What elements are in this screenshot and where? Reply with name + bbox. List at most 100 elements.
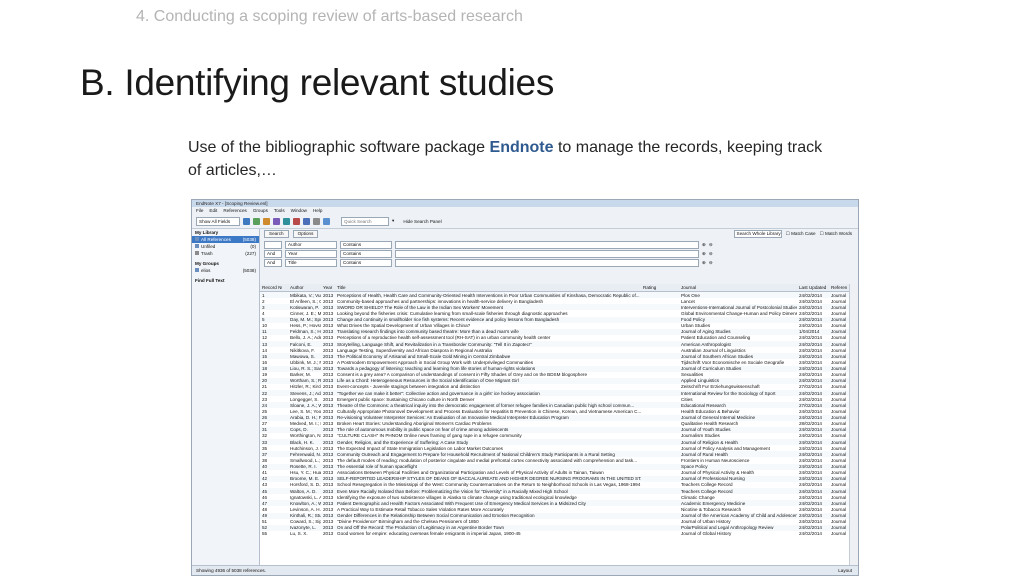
my-groups-header[interactable]: My Groups — [192, 260, 259, 267]
reference-row[interactable]: 1 Mbikata, V.; Vuna;...2013Perceptions of… — [260, 292, 850, 299]
options-button[interactable]: Options — [292, 229, 319, 238]
field-select[interactable]: Title — [285, 258, 337, 267]
group-unfiled[interactable]: Unfiled (0) — [192, 243, 259, 250]
hide-search-panel-button[interactable]: Hide Search Panel — [403, 219, 441, 224]
reference-row[interactable]: 22 Stevens, J.; Adam...2013"Together we c… — [260, 390, 850, 397]
reference-row[interactable]: 51 Coward, S.; Sipho...2013"Divine Provid… — [260, 519, 850, 525]
reference-row[interactable]: 2 El Arifeen, S.; Chri...2013Community-ba… — [260, 298, 850, 304]
integrated-library-icon[interactable] — [263, 217, 270, 225]
reference-row[interactable]: 41 Hsu, Y. C.; Huang, ...2013Associations… — [260, 470, 850, 476]
reference-row[interactable]: 45 Walton, A. D. 2013 Even More Racially Is… — [260, 488, 850, 495]
local-library-icon[interactable] — [253, 217, 260, 225]
search-icon[interactable]: ▾ — [392, 218, 394, 224]
online-help-icon[interactable] — [323, 217, 330, 225]
field-select[interactable]: Year — [285, 249, 337, 258]
vertical-scrollbar[interactable] — [849, 284, 858, 566]
column-header[interactable]: Referen — [829, 285, 848, 290]
reference-row[interactable]: 21 Hitzler, R.; Kirchn...2013Event-concep… — [260, 384, 850, 390]
menu-item-edit[interactable]: Edit — [209, 208, 217, 213]
reference-row[interactable]: 10 Hess, P.; Hovsnavj...2013What Drives t… — [260, 323, 850, 329]
menu-item-file[interactable]: File — [196, 208, 203, 213]
remove-row-icon[interactable]: ⊖ — [709, 251, 713, 257]
reference-row[interactable]: 11 Feldman, S.; Hogn...2013Translating re… — [260, 328, 850, 335]
reference-row[interactable]: 33 Black, H. K. 2013 Gender, Religion, and … — [260, 439, 850, 446]
column-header[interactable]: Journal — [679, 285, 797, 290]
reference-row[interactable]: 47 Knowlton, A.; We...2013Patient Demogra… — [260, 500, 850, 507]
reference-row[interactable]: 13 Falconi, E. 2013 Storytelling, Language … — [260, 341, 850, 348]
find-full-text-icon[interactable] — [283, 217, 290, 225]
reference-row[interactable]: 5 Day, M. M.; Sport...2013Change and cont… — [260, 316, 850, 323]
group-trash[interactable]: Trash (227) — [192, 250, 259, 257]
online-search-icon[interactable] — [243, 217, 250, 225]
insert-citation-icon[interactable] — [303, 217, 310, 225]
remove-row-icon[interactable]: ⊖ — [709, 242, 713, 248]
format-bibliography-icon[interactable] — [313, 217, 320, 225]
reference-row[interactable]: 35 Hutchinson, J. L.; Q...2013The Expecte… — [260, 445, 850, 451]
match-case-checkbox[interactable]: ☐ Match Case — [786, 231, 816, 237]
add-row-icon[interactable]: ⊕ — [702, 260, 706, 266]
group-all-references[interactable]: All References (5038) — [192, 236, 259, 243]
search-term-input[interactable] — [395, 249, 699, 258]
reference-row[interactable]: 18 Liou, R. S.; Samma...2013Towards a ped… — [260, 365, 850, 372]
quick-search-input[interactable]: Quick Search — [341, 216, 389, 226]
column-header[interactable]: Year — [321, 285, 335, 290]
search-button[interactable]: Search — [264, 229, 289, 238]
boolean-select[interactable]: And — [264, 249, 282, 258]
reference-row[interactable]: 26 Arabia, D. H.; Pa...2013Re-visioning V… — [260, 414, 850, 421]
reference-row[interactable]: 49 Kinthali, R.; Stussa...2013Gender Diff… — [260, 512, 850, 519]
reference-row[interactable]: 24 Sloane, J. A.; Walt...2013Theatre of t… — [260, 402, 850, 409]
reference-row[interactable]: 40 Rosette, R. I. 2013 The essential role o… — [260, 463, 850, 470]
match-words-checkbox[interactable]: ☐ Match Words — [820, 231, 852, 237]
open-pdf-icon[interactable] — [293, 217, 300, 225]
menu-item-help[interactable]: Help — [313, 208, 322, 213]
remove-row-icon[interactable]: ⊖ — [709, 260, 713, 266]
reference-row[interactable]: 37 Fehrenwald, N. L.;...2013Community Out… — [260, 451, 850, 458]
menu-item-window[interactable]: Window — [291, 208, 307, 213]
reference-row[interactable]: 55 Lu, S. X. 2013 Good women for empire: ed… — [260, 531, 850, 537]
column-header[interactable]: Record Number — [260, 285, 282, 290]
group-elios[interactable]: elios (5038) — [192, 267, 259, 274]
reference-row[interactable]: 46 Ignatowski, L. A.; ...2013Identifying … — [260, 494, 850, 500]
new-reference-icon[interactable] — [273, 217, 280, 225]
search-scope-select[interactable]: Search Whole Library — [733, 229, 782, 238]
reference-row[interactable]: 27 Medved, M. I.; Br...2013Broken Heart S… — [260, 421, 850, 427]
reference-row[interactable]: 32 Worthington, N. 2013 "CULTURE CLASH" IN … — [260, 433, 850, 439]
reference-row[interactable]: 14 Nikitkova, F. 2013 Language Testing, Sup… — [260, 347, 850, 353]
reference-row[interactable]: 43 Horsford, S. D.; S...2013School Resegr… — [260, 482, 850, 488]
reference-row[interactable]: 3 Kotiswaran, P. 2013 SWORD OR SHIELD? The … — [260, 304, 850, 311]
menu-item-tools[interactable]: Tools — [274, 208, 285, 213]
reference-row[interactable]: 19 Barker, M. 2013 Consent is a grey area? … — [260, 372, 850, 378]
reference-row[interactable]: 15 Mawowa, S. 2013 The Political Economy of… — [260, 353, 850, 360]
reference-row[interactable]: 20 Wortham, S.; Rho...2013Life as a Chord… — [260, 377, 850, 384]
add-row-icon[interactable]: ⊕ — [702, 251, 706, 257]
search-term-input[interactable] — [395, 240, 699, 249]
field-select[interactable]: Author — [285, 240, 337, 249]
toolbar: Show All Fields Quick Search ▾ Hide Sear… — [192, 214, 858, 229]
search-term-input[interactable] — [395, 258, 699, 267]
reference-row[interactable]: 31 Cops, D. 2013 The role of autonomous mob… — [260, 426, 850, 433]
reference-row[interactable]: 48 Levinson, A. H.; R...2013A Practical W… — [260, 506, 850, 512]
reference-row[interactable]: 52 Ivazonyte, L. 2013 On and Off the Record… — [260, 524, 850, 531]
find-full-text-header[interactable]: Find Full Text — [192, 277, 259, 284]
operator-select[interactable]: Contains — [340, 249, 392, 258]
boolean-select[interactable]: And — [264, 258, 282, 267]
add-row-icon[interactable]: ⊕ — [702, 242, 706, 248]
reference-row[interactable]: 38 Smallwood, L.; Gi...2013The default mo… — [260, 457, 850, 463]
reference-row[interactable]: 12 Bello, J. A.; Adebi...2013Perceptions … — [260, 335, 850, 341]
menu-item-groups[interactable]: Groups — [253, 208, 268, 213]
column-header[interactable]: Rating — [641, 285, 679, 290]
reference-row[interactable]: 4 Cinner, J. E.; Mac...2013Looking beyond… — [260, 310, 850, 316]
boolean-select[interactable] — [264, 240, 282, 249]
layout-button[interactable]: Layout — [838, 568, 852, 573]
operator-select[interactable]: Contains — [340, 240, 392, 249]
menu-item-references[interactable]: References — [223, 208, 247, 213]
column-header[interactable]: Author — [288, 285, 321, 290]
reference-row[interactable]: 23 Longegger, S. 2013 Emergent public space… — [260, 396, 850, 402]
column-header[interactable]: Title — [335, 285, 641, 290]
operator-select[interactable]: Contains — [340, 258, 392, 267]
style-select[interactable]: Show All Fields — [196, 216, 240, 226]
column-header[interactable]: Last Updated — [797, 285, 829, 290]
reference-row[interactable]: 16 Ubbink, M. J.; Roi...2013A Postmodern … — [260, 359, 850, 365]
reference-row[interactable]: 25 Lee, S. M.; Yoon, ...2013Culturally Ap… — [260, 408, 850, 414]
reference-row[interactable]: 42 Broome, M. E. 2013 SELF-REPORTED LEADERS… — [260, 475, 850, 482]
